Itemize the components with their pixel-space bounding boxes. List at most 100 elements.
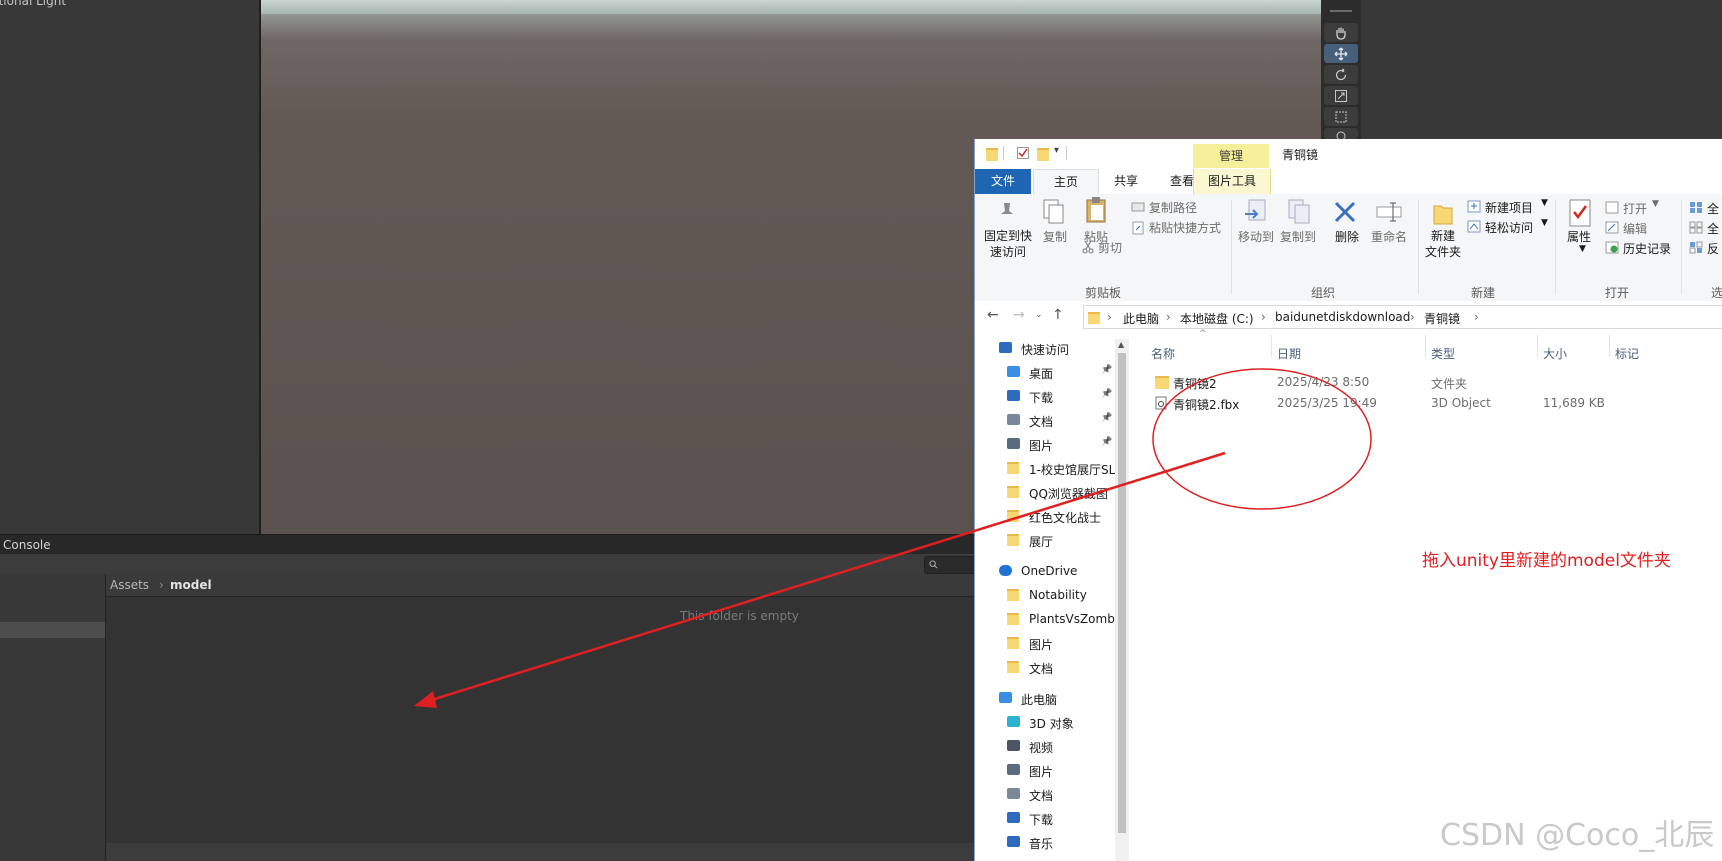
path-current-folder[interactable]: 青铜镜 — [1424, 310, 1460, 327]
open-button[interactable]: 打开 — [1623, 200, 1647, 217]
select-all-button[interactable]: 全 — [1707, 200, 1719, 217]
sidebar-item[interactable]: 文档 — [975, 783, 1115, 805]
pin-icon[interactable]: 📌 — [1101, 389, 1112, 399]
new-item-button[interactable]: 新建项目 — [1485, 199, 1533, 216]
pin-icon[interactable]: 📌 — [1101, 413, 1112, 423]
sidebar-item[interactable]: 图片 — [975, 632, 1115, 654]
sidebar-item[interactable]: PlantsVsZombi — [975, 608, 1115, 630]
up-arrow-icon[interactable]: ↑ — [1052, 307, 1064, 323]
properties-dropdown-icon[interactable]: ▼ — [1579, 244, 1586, 254]
recent-locations-chevron-icon[interactable]: ⌄ — [1035, 310, 1043, 320]
column-tags[interactable]: 标记 — [1615, 345, 1639, 362]
nav-section-star[interactable]: 快速访问 — [975, 337, 1115, 359]
select-none-button[interactable]: 全 — [1707, 220, 1719, 237]
manage-context-tab[interactable]: 管理 — [1193, 144, 1269, 168]
column-separator[interactable] — [1537, 335, 1538, 357]
sidebar-item[interactable]: 下载 — [975, 807, 1115, 829]
hierarchy-item-directional-light[interactable]: ctional Light — [0, 0, 66, 8]
column-separator[interactable] — [1271, 335, 1272, 357]
copy-button[interactable]: 复制 — [1043, 228, 1067, 245]
console-tab[interactable]: Console — [3, 538, 51, 552]
new-item-dropdown-icon[interactable]: ▼ — [1541, 198, 1548, 208]
path-separator-icon[interactable]: › — [1166, 310, 1171, 324]
panel-divider[interactable] — [259, 0, 261, 534]
sidebar-item[interactable]: 视频 — [975, 735, 1115, 757]
hand-tool-button[interactable] — [1324, 23, 1358, 42]
new-folder-button[interactable]: 新建 文件夹 — [1425, 228, 1461, 260]
sidebar-item[interactable]: 桌面 📌 — [975, 361, 1115, 383]
column-separator[interactable] — [1425, 335, 1426, 357]
sidebar-item[interactable]: 图片 📌 — [975, 433, 1115, 455]
paste-shortcut-button[interactable]: 粘贴快捷方式 — [1149, 219, 1221, 236]
project-tree-selected-item[interactable] — [0, 622, 105, 638]
toolbar-grip[interactable] — [1330, 10, 1352, 12]
tab-share[interactable]: 共享 — [1099, 169, 1153, 194]
open-dropdown-icon[interactable]: ▼ — [1652, 199, 1659, 209]
forward-arrow-icon[interactable]: → — [1013, 307, 1025, 323]
sidebar-item[interactable]: 展厅 — [975, 529, 1115, 551]
easy-access-button[interactable]: 轻松访问 — [1485, 219, 1533, 236]
properties-button[interactable]: 属性 — [1567, 228, 1591, 245]
move-tool-button[interactable] — [1324, 44, 1358, 63]
path-separator-icon[interactable]: › — [1261, 310, 1266, 324]
rename-button[interactable]: 重命名 — [1371, 228, 1407, 245]
path-this-pc[interactable]: 此电脑 — [1123, 310, 1159, 327]
table-row[interactable]: 青铜镜2.fbx 2025/3/25 19:49 3D Object 11,68… — [1129, 392, 1722, 414]
tab-file[interactable]: 文件 — [975, 169, 1031, 194]
nav-scrollbar-thumb[interactable] — [1118, 353, 1126, 833]
scale-tool-button[interactable] — [1324, 86, 1358, 105]
nav-section-cloud[interactable]: OneDrive — [975, 560, 1115, 582]
column-size[interactable]: 大小 — [1543, 345, 1567, 362]
path-baidunetdiskdownload[interactable]: baidunetdiskdownload — [1275, 310, 1410, 324]
transform-tool-button[interactable] — [1324, 128, 1358, 140]
delete-button[interactable]: 删除 — [1335, 228, 1359, 245]
breadcrumb-assets[interactable]: Assets — [110, 578, 149, 592]
copy-path-button[interactable]: 复制路径 — [1149, 199, 1197, 216]
invert-selection-button[interactable]: 反 — [1707, 240, 1719, 257]
path-local-disk[interactable]: 本地磁盘 (C:) — [1180, 310, 1254, 327]
tab-home[interactable]: 主页 — [1033, 169, 1099, 196]
back-arrow-icon[interactable]: ← — [987, 307, 999, 323]
column-name[interactable]: 名称 — [1151, 345, 1175, 362]
pin-quick-access-button[interactable]: 固定到快 速访问 — [983, 228, 1033, 260]
breadcrumb-model[interactable]: model — [170, 578, 212, 592]
edit-button[interactable]: 编辑 — [1623, 220, 1647, 237]
sidebar-item[interactable]: 1-校史馆展厅SL — [975, 457, 1115, 479]
path-separator-icon[interactable]: › — [1107, 310, 1112, 324]
pin-icon[interactable]: 📌 — [1101, 365, 1112, 375]
sidebar-item[interactable]: 文档 📌 — [975, 409, 1115, 431]
project-asset-area[interactable] — [106, 574, 980, 861]
tab-picture-tools[interactable]: 图片工具 — [1193, 169, 1271, 194]
column-separator[interactable] — [1609, 335, 1610, 357]
address-path-box[interactable]: › 此电脑 › 本地磁盘 (C:) › baidunetdiskdownload… — [1083, 305, 1722, 329]
sidebar-item[interactable]: 音乐 — [975, 831, 1115, 853]
rotate-tool-button[interactable] — [1324, 65, 1358, 84]
rect-tool-button[interactable] — [1324, 107, 1358, 126]
new-folder-qa-icon[interactable] — [1037, 147, 1049, 161]
easy-access-dropdown-icon[interactable]: ▼ — [1541, 218, 1548, 228]
sidebar-item[interactable]: 图片 — [975, 759, 1115, 781]
move-to-button[interactable]: 移动到 — [1238, 228, 1274, 245]
project-folder-tree[interactable] — [0, 574, 106, 861]
sidebar-item[interactable]: 下载 📌 — [975, 385, 1115, 407]
qa-dropdown-icon[interactable]: ▾ — [1054, 145, 1059, 156]
nav-section-computer[interactable]: 此电脑 — [975, 687, 1115, 709]
sort-ascending-icon: ^ — [1199, 329, 1207, 339]
sidebar-item[interactable]: 红色文化战士 — [975, 505, 1115, 527]
cut-button[interactable]: 剪切 — [1098, 239, 1122, 256]
pin-icon[interactable]: 📌 — [1101, 437, 1112, 447]
properties-qa-icon[interactable] — [1017, 147, 1029, 159]
path-separator-icon[interactable]: › — [1474, 310, 1479, 324]
column-type[interactable]: 类型 — [1431, 345, 1455, 362]
sidebar-item[interactable]: 文档 — [975, 656, 1115, 678]
sidebar-item[interactable]: Notability — [975, 584, 1115, 606]
copy-to-button[interactable]: 复制到 — [1280, 228, 1316, 245]
sidebar-item[interactable]: QQ浏览器截图 — [975, 481, 1115, 503]
table-row[interactable]: 青铜镜2 2025/4/23 8:50 文件夹 — [1129, 371, 1722, 393]
sidebar-item-label: 1-校史馆展厅SL — [1029, 463, 1115, 477]
scroll-up-icon[interactable]: ▲ — [1118, 340, 1124, 349]
sidebar-item[interactable]: 3D 对象 — [975, 711, 1115, 733]
column-date[interactable]: 日期 — [1277, 345, 1301, 362]
path-separator-icon[interactable]: › — [1410, 310, 1415, 324]
history-button[interactable]: 历史记录 — [1623, 240, 1671, 257]
